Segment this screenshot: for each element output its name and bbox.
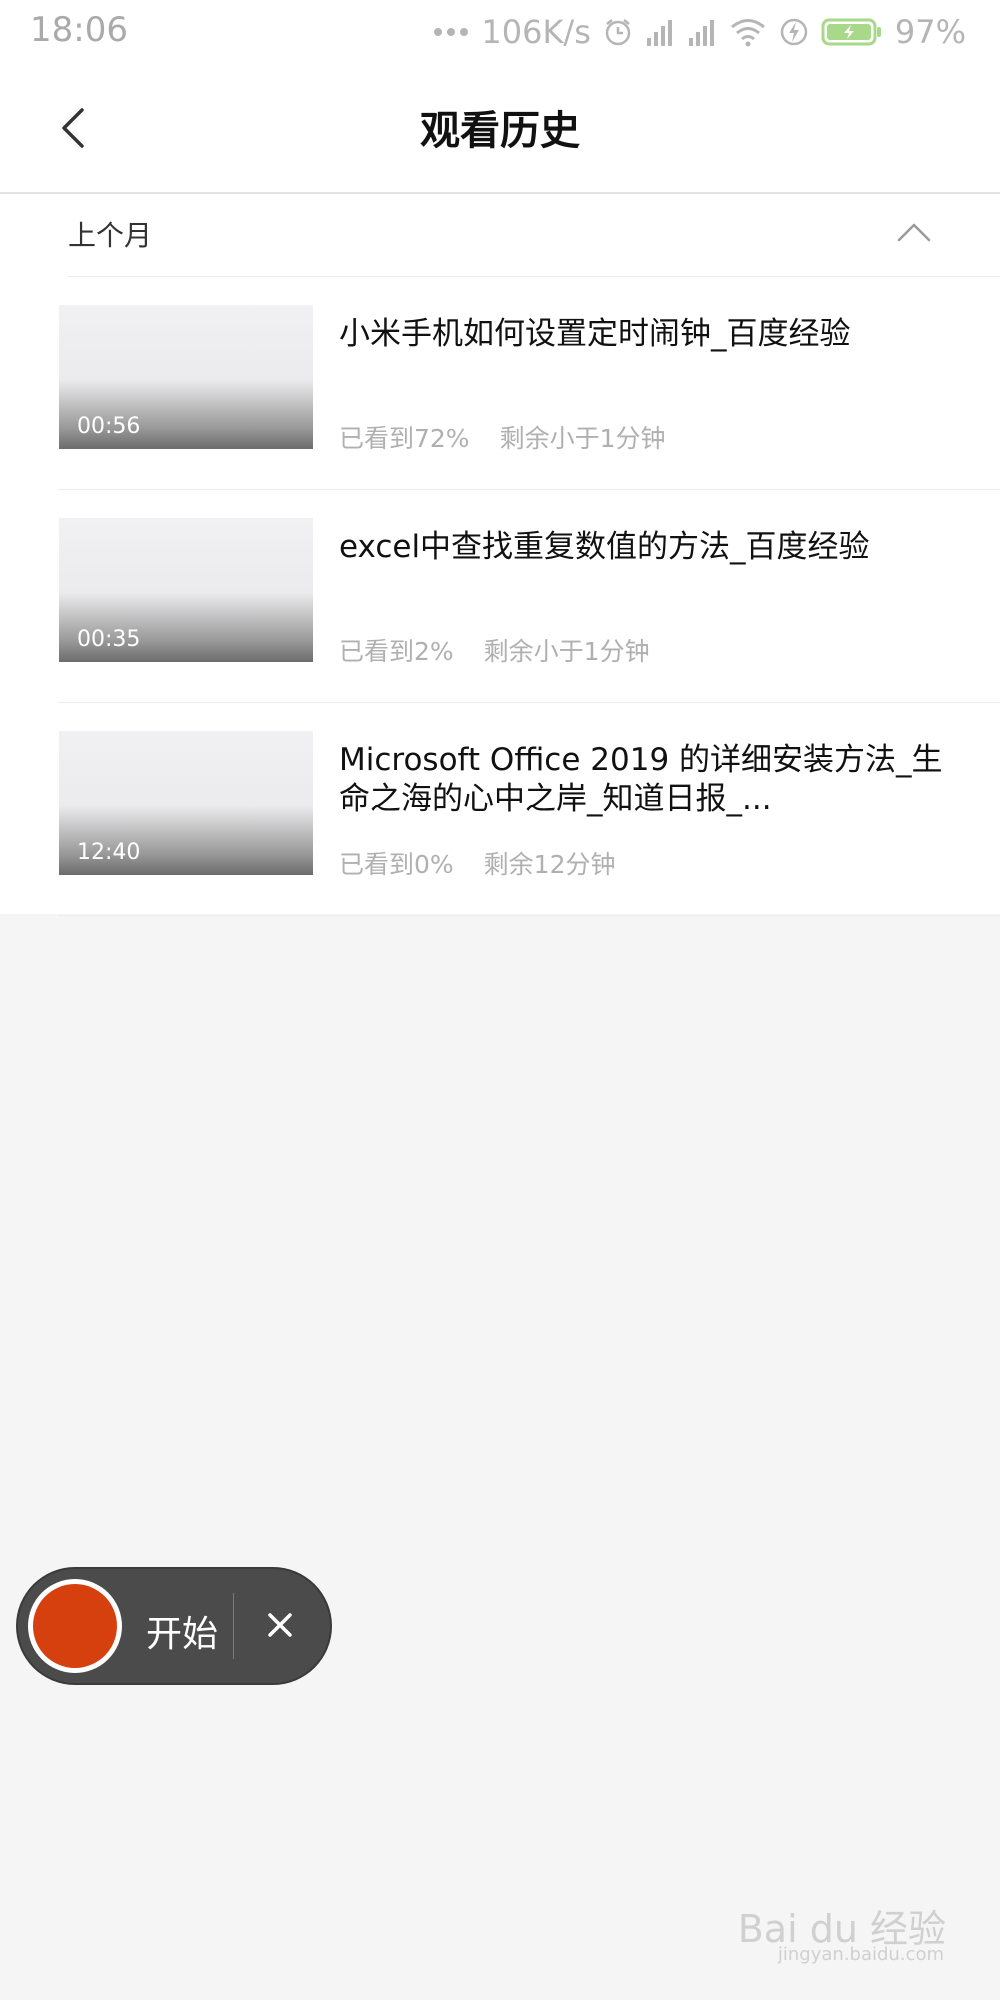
section-header[interactable]: 上个月	[68, 194, 1000, 277]
history-item[interactable]: 12:40 Microsoft Office 2019 的详细安装方法_生命之海…	[58, 703, 1000, 916]
start-label[interactable]: 开始	[146, 1605, 218, 1657]
chevron-up-icon[interactable]	[896, 220, 932, 244]
wifi-icon	[730, 19, 765, 47]
remaining-time: 剩余12分钟	[483, 850, 616, 879]
watched-percent: 已看到2%	[339, 637, 454, 666]
signal-icon	[646, 20, 672, 46]
remaining-time: 剩余小于1分钟	[483, 637, 650, 666]
signal-icon	[688, 20, 714, 46]
close-button[interactable]	[260, 1605, 300, 1645]
watched-percent: 已看到0%	[339, 850, 454, 879]
video-thumbnail: 00:56	[59, 305, 313, 449]
video-title: 小米手机如何设置定时闹钟_百度经验	[339, 316, 851, 352]
section-title: 上个月	[68, 219, 153, 252]
battery-icon	[821, 18, 881, 46]
status-bar: 18:06 106K/s 97%	[0, 0, 1000, 64]
charging-icon	[780, 18, 808, 46]
status-icons: 106K/s 97%	[433, 10, 966, 54]
record-button[interactable]	[28, 1579, 122, 1673]
more-dots-icon	[434, 28, 469, 36]
video-thumbnail: 12:40	[59, 731, 313, 875]
app-header: 观看历史	[0, 64, 1000, 194]
video-progress: 已看到72% 剩余小于1分钟	[339, 419, 666, 455]
record-dot-icon	[33, 1584, 117, 1668]
watermark-url: jingyan.baidu.com	[777, 1944, 944, 1965]
alarm-icon	[605, 19, 631, 46]
video-title: Microsoft Office 2019 的详细安装方法_生命之海的心中之岸_…	[339, 742, 943, 817]
divider	[233, 1593, 234, 1659]
video-title: excel中查找重复数值的方法_百度经验	[339, 529, 870, 565]
history-item[interactable]: 00:35 excel中查找重复数值的方法_百度经验 已看到2% 剩余小于1分钟	[58, 490, 1000, 703]
video-duration: 00:56	[77, 414, 141, 439]
network-speed: 106K/s	[481, 13, 591, 51]
video-progress: 已看到0% 剩余12分钟	[339, 845, 615, 881]
history-list: 上个月 00:56 小米手机如何设置定时闹钟_百度经验 已看到72% 剩余小于1…	[0, 194, 1000, 916]
close-icon	[268, 1613, 292, 1637]
video-duration: 00:35	[77, 627, 141, 652]
remaining-time: 剩余小于1分钟	[499, 424, 666, 453]
video-thumbnail: 00:35	[59, 518, 313, 662]
history-item[interactable]: 00:56 小米手机如何设置定时闹钟_百度经验 已看到72% 剩余小于1分钟	[58, 277, 1000, 490]
watched-percent: 已看到72%	[339, 424, 470, 453]
status-time: 18:06	[30, 10, 128, 50]
screen-recorder-widget: 开始	[18, 1569, 330, 1683]
page-title: 观看历史	[420, 108, 580, 154]
battery-percent: 97%	[894, 13, 966, 51]
video-progress: 已看到2% 剩余小于1分钟	[339, 632, 650, 668]
video-duration: 12:40	[77, 840, 141, 865]
